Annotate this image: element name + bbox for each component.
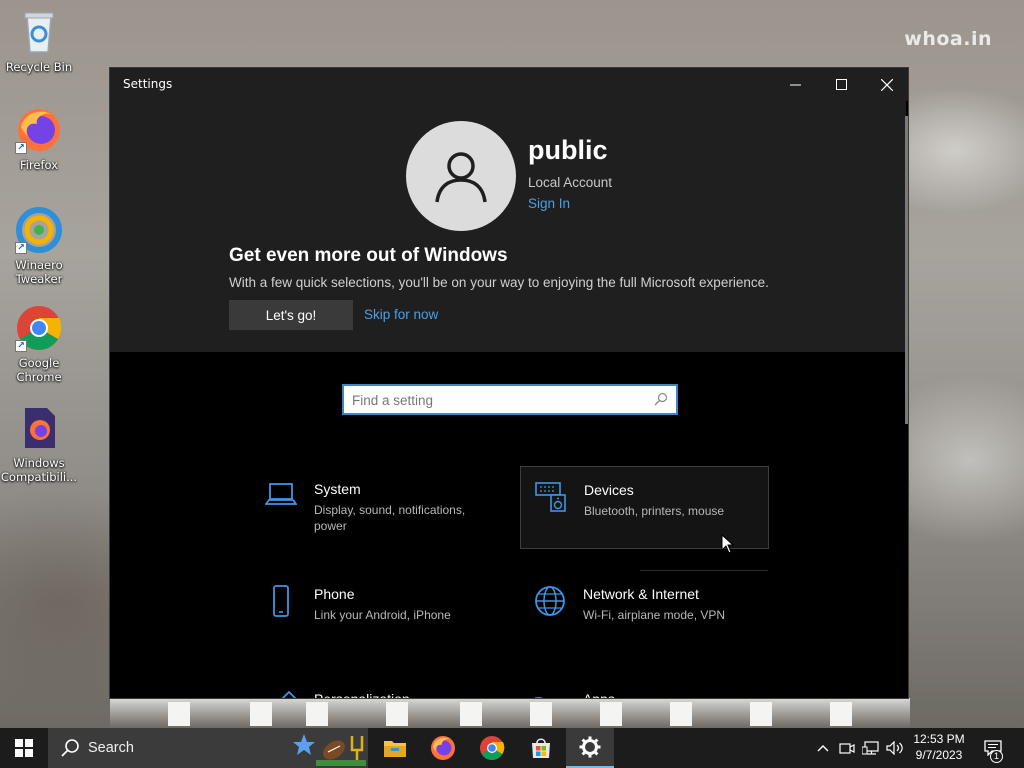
category-description: Display, sound, notifications, power <box>314 503 466 533</box>
category-name: Personalization <box>314 691 410 699</box>
brush-icon <box>281 690 297 698</box>
tray-network[interactable] <box>860 728 882 768</box>
firefox-icon: ↗ <box>15 106 63 154</box>
notification-count-badge: 1 <box>990 750 1003 763</box>
settings-search-box[interactable] <box>342 384 678 415</box>
category-name: System <box>314 481 361 497</box>
store-icon <box>532 738 550 758</box>
settings-window: Settings public Local Account Sign In Ge… <box>109 67 909 699</box>
close-icon <box>881 78 893 91</box>
account-header-panel: public Local Account Sign In Get even mo… <box>110 101 906 352</box>
show-hidden-icons-button[interactable] <box>812 728 834 768</box>
settings-icon <box>579 736 601 758</box>
lets-go-button[interactable]: Let's go! <box>229 300 353 330</box>
search-highlight-icon <box>293 734 366 766</box>
recycle-bin-icon <box>15 8 63 56</box>
maximize-icon <box>835 79 847 90</box>
window-title: Settings <box>123 77 173 91</box>
taskbar-clock[interactable]: 12:53 PM 9/7/2023 <box>903 731 975 763</box>
sign-in-link[interactable]: Sign In <box>528 196 570 211</box>
skip-for-now-link[interactable]: Skip for now <box>364 307 438 322</box>
category-description: Link your Android, iPhone <box>314 608 451 622</box>
speaker-icon <box>886 741 903 755</box>
apps-list-icon <box>535 697 542 698</box>
chevron-up-icon <box>817 745 829 752</box>
chrome-icon <box>480 736 505 761</box>
video-camera-icon <box>839 743 855 754</box>
category-system[interactable]: System Display, sound, notifications, po… <box>251 466 500 549</box>
taskbar-search-box[interactable]: Search <box>48 728 368 768</box>
category-description: Bluetooth, printers, mouse <box>584 504 725 518</box>
search-icon[interactable] <box>654 392 668 406</box>
desktop-icon-label: Winaero Tweaker <box>15 258 63 286</box>
desktop-icon-google-chrome[interactable]: ↗ Google Chrome <box>0 304 78 384</box>
devices-icon <box>535 482 566 512</box>
account-name: public <box>528 135 608 165</box>
taskbar-firefox[interactable] <box>419 728 467 768</box>
clock-date: 9/7/2023 <box>915 748 963 762</box>
wallpaper-detail <box>110 698 910 728</box>
avatar[interactable] <box>406 121 516 231</box>
laptop-icon <box>265 483 297 505</box>
search-input[interactable] <box>352 390 642 410</box>
taskbar-microsoft-store[interactable] <box>517 728 565 768</box>
compatibility-tool-icon <box>15 404 63 452</box>
category-description: Wi-Fi, airplane mode, VPN <box>583 608 726 622</box>
file-explorer-icon <box>384 741 406 757</box>
taskbar-search-label: Search <box>88 740 134 756</box>
close-button[interactable] <box>864 68 908 101</box>
title-bar[interactable]: Settings <box>110 68 908 101</box>
desktop-icon-windows-compatibility[interactable]: Windows Compatibili... <box>0 404 78 484</box>
shortcut-arrow-icon: ↗ <box>15 242 27 254</box>
category-network[interactable]: Network & Internet Wi-Fi, airplane mode,… <box>520 571 769 654</box>
taskbar-settings[interactable] <box>566 728 614 768</box>
maximize-button[interactable] <box>818 68 864 101</box>
watermark: whoa.in <box>904 28 992 50</box>
category-name: Devices <box>584 482 634 498</box>
taskbar: Search 12:53 PM 9/7/2023 1 <box>0 728 1024 768</box>
desktop-icon-firefox[interactable]: ↗ Firefox <box>0 106 78 172</box>
user-icon <box>435 152 487 203</box>
shortcut-arrow-icon: ↗ <box>15 340 27 352</box>
desktop-icon-winaero-tweaker[interactable]: ↗ Winaero Tweaker <box>0 206 78 286</box>
desktop-icon-recycle-bin[interactable]: Recycle Bin <box>0 8 78 74</box>
desktop-icon-label: Firefox <box>19 158 59 172</box>
category-personalization[interactable]: Personalization <box>251 676 500 699</box>
minimize-button[interactable] <box>772 68 818 101</box>
category-name: Apps <box>583 691 615 699</box>
category-apps[interactable]: Apps <box>520 676 769 699</box>
firefox-icon <box>431 736 455 760</box>
promo-text: With a few quick selections, you'll be o… <box>229 275 769 290</box>
start-button[interactable] <box>0 728 48 768</box>
taskbar-file-explorer[interactable] <box>371 728 419 768</box>
category-phone[interactable]: Phone Link your Android, iPhone <box>251 571 500 654</box>
account-type: Local Account <box>528 175 613 190</box>
network-icon <box>862 741 879 755</box>
clock-time: 12:53 PM <box>913 732 965 746</box>
taskbar-chrome[interactable] <box>468 728 516 768</box>
windows-logo-icon <box>15 739 33 757</box>
chrome-icon: ↗ <box>15 304 63 352</box>
desktop-icon-label: Google Chrome <box>16 356 62 384</box>
category-name: Network & Internet <box>583 586 699 602</box>
desktop-icon-label: Recycle Bin <box>5 60 73 74</box>
shortcut-arrow-icon: ↗ <box>15 142 27 154</box>
minimize-icon <box>789 84 801 86</box>
search-icon <box>61 739 79 757</box>
winaero-tweaker-icon: ↗ <box>15 206 63 254</box>
phone-icon <box>273 585 289 617</box>
promo-title: Get even more out of Windows <box>229 245 508 266</box>
scrollbar[interactable] <box>905 116 908 424</box>
mouse-cursor-icon <box>721 534 735 554</box>
desktop-icon-label: Windows Compatibili... <box>0 456 78 484</box>
category-name: Phone <box>314 586 355 602</box>
tray-meet-now[interactable] <box>836 728 858 768</box>
globe-icon <box>535 586 565 616</box>
